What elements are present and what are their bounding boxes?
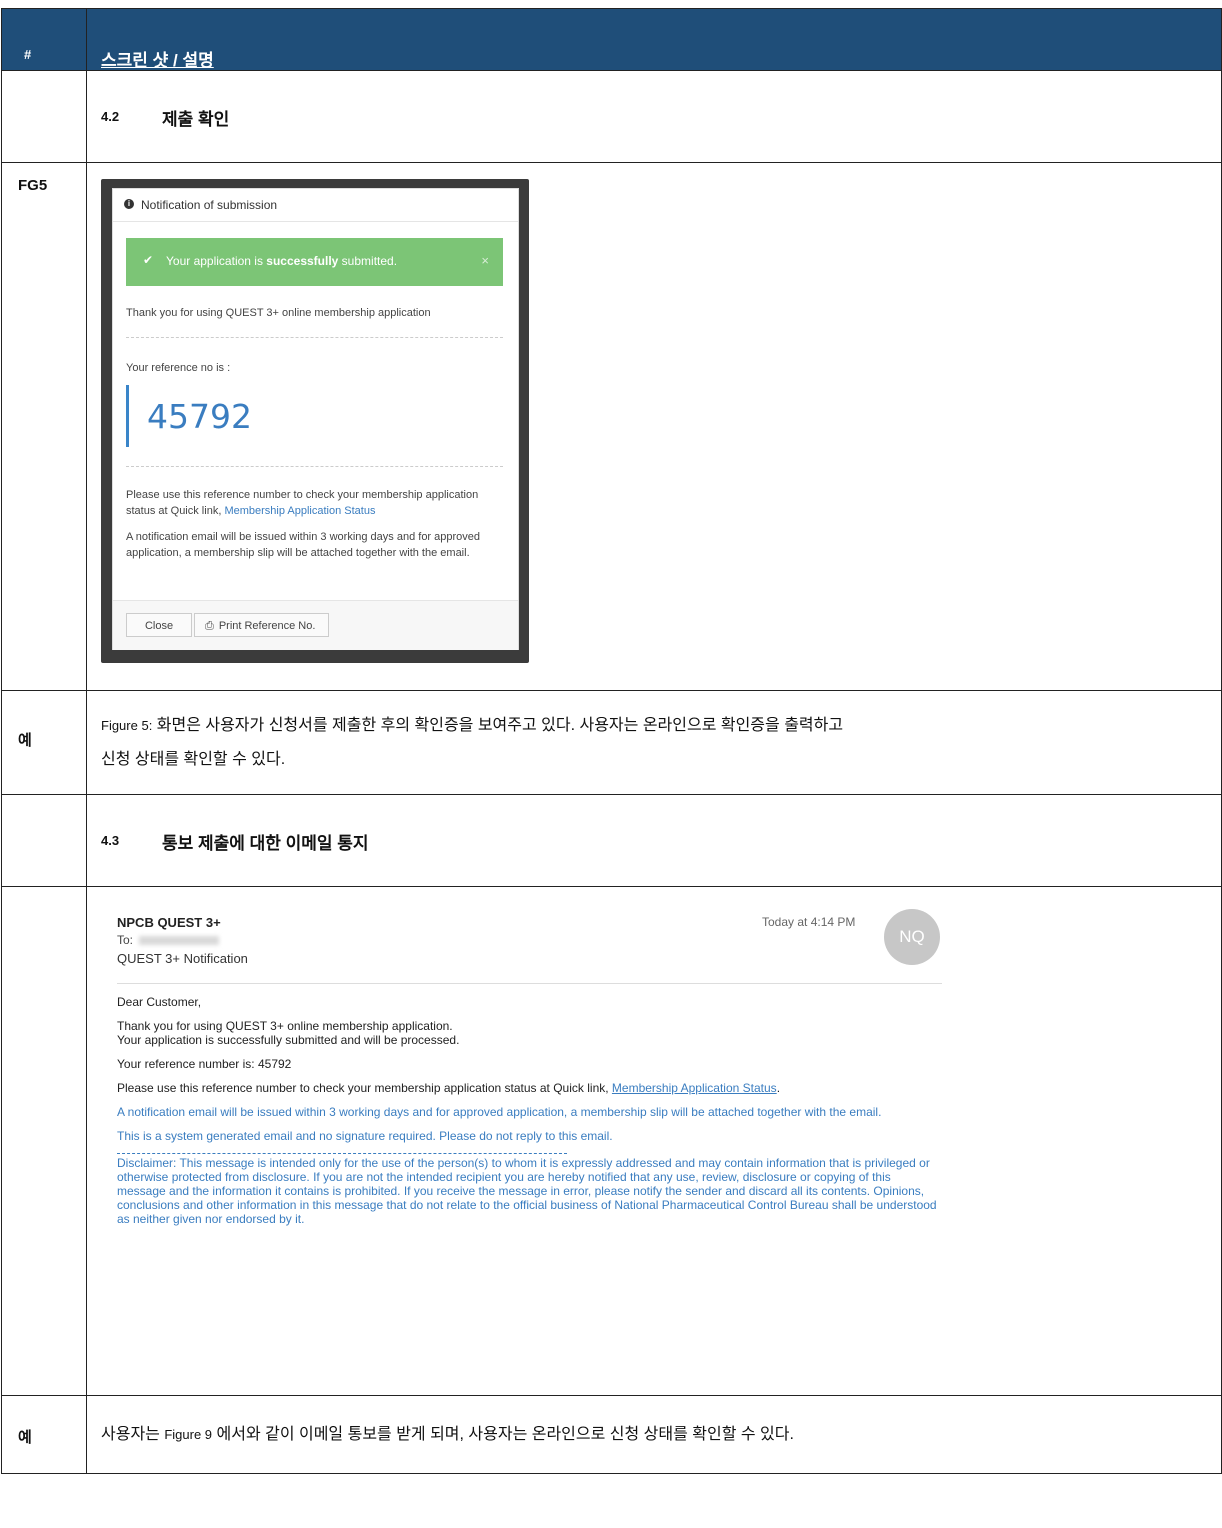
redacted-recipient <box>139 936 220 946</box>
figure-cell: NPCB QUEST 3+ To: QUEST 3+ Notification … <box>86 886 1222 1396</box>
section-number: 4.3 <box>101 833 120 848</box>
email-body: Dear Customer, Thank you for using QUEST… <box>117 995 937 1236</box>
disclaimer: Disclaimer: This message is intended onl… <box>117 1156 937 1226</box>
description-line: 신청 상태를 확인할 수 있다. <box>101 751 286 768</box>
thanks-text: Thank you for using QUEST 3+ online memb… <box>126 307 431 319</box>
email-sender: NPCB QUEST 3+ <box>117 915 221 930</box>
section-title: 통보 제출에 대한 이메일 통지 <box>162 834 369 853</box>
figure-row: FG5 i Notification of submission ✔ Your … <box>1 162 1222 691</box>
reference-instructions: Please use this reference number to chec… <box>126 487 496 519</box>
divider <box>117 1153 567 1154</box>
description-row: 예 Figure 5: 화면은 사용자가 신청서를 제출한 후의 확인증을 보여… <box>1 690 1222 795</box>
check-icon: ✔ <box>143 253 154 267</box>
modal-title: Notification of submission <box>141 198 278 212</box>
header-title: 스크린 샷 / 설명 <box>101 51 214 70</box>
email-screenshot: NPCB QUEST 3+ To: QUEST 3+ Notification … <box>117 905 947 1365</box>
modal-footer: Close ⎙ Print Reference No. <box>113 600 518 650</box>
submission-modal: i Notification of submission ✔ Your appl… <box>112 188 519 650</box>
to-label: To: <box>117 933 134 947</box>
description-line: 화면은 사용자가 신청서를 제출한 후의 확인증을 보여주고 있다. 사용자는 … <box>156 717 844 734</box>
description-text-part: 사용자는 <box>101 1426 160 1443</box>
notification-text: A notification email will be issued with… <box>126 531 481 559</box>
reference-line: Your reference number is: 45792 <box>117 1057 292 1071</box>
alert-text-post: submitted. <box>338 254 398 268</box>
membership-status-link[interactable]: Membership Application Status <box>224 505 375 517</box>
description-cell: 사용자는 Figure 9 에서와 같이 이메일 통보를 받게 되며, 사용자는… <box>86 1395 1222 1474</box>
alert-close-icon[interactable]: × <box>481 253 489 268</box>
print-reference-button[interactable]: ⎙ Print Reference No. <box>194 613 329 637</box>
description-cell: Figure 5: 화면은 사용자가 신청서를 제출한 후의 확인증을 보여주고… <box>86 690 1222 795</box>
alert-message: Your application is successfully submitt… <box>166 254 397 268</box>
print-button-label: Print Reference No. <box>218 620 316 632</box>
divider <box>126 466 503 467</box>
description-text: 사용자는 Figure 9 에서와 같이 이메일 통보를 받게 되며, 사용자는… <box>101 1418 1201 1452</box>
avatar: NQ <box>884 909 940 965</box>
alert-text-pre: Your application is <box>166 254 267 268</box>
close-button[interactable]: Close <box>126 613 192 637</box>
printer-icon: ⎙ <box>205 620 214 632</box>
instructions-text: Please use this reference number to chec… <box>117 1081 609 1095</box>
figure-reference: Figure 5: <box>101 718 153 733</box>
figure-reference: Figure 9 <box>164 1427 213 1442</box>
thanks-line: Thank you for using QUEST 3+ online memb… <box>117 1019 453 1033</box>
thanks-paragraph: Thank you for using QUEST 3+ online memb… <box>117 1019 937 1047</box>
success-alert: ✔ Your application is successfully submi… <box>126 238 503 286</box>
description-text-part: 에서와 같이 이메일 통보를 받게 되며, 사용자는 온라인으로 신청 상태를 … <box>216 1426 794 1443</box>
description-row: 예 사용자는 Figure 9 에서와 같이 이메일 통보를 받게 되며, 사용… <box>1 1395 1222 1474</box>
reference-number: 45792 <box>147 397 252 436</box>
figure-row: NPCB QUEST 3+ To: QUEST 3+ Notification … <box>1 886 1222 1396</box>
row-label-cell: 예 <box>1 690 87 795</box>
reference-accent-bar <box>126 385 129 447</box>
email-subject: QUEST 3+ Notification <box>117 951 248 966</box>
notification-paragraph: A notification email will be issued with… <box>117 1105 882 1119</box>
modal-header: i Notification of submission <box>113 189 518 222</box>
submission-screenshot: i Notification of submission ✔ Your appl… <box>101 179 529 663</box>
divider <box>117 983 942 984</box>
info-circle-icon: i <box>124 199 134 209</box>
row-label-cell: FG5 <box>1 162 87 691</box>
table-header-row: # 스크린 샷 / 설명 <box>1 8 1222 71</box>
header-number: # <box>24 47 32 62</box>
section-title-cell: 4.3 통보 제출에 대한 이메일 통지 <box>86 794 1222 887</box>
thanks-line: Your application is successfully submitt… <box>117 1033 460 1047</box>
greeting: Dear Customer, <box>117 995 202 1009</box>
row-label: 예 <box>18 1429 32 1446</box>
instructions-paragraph: Please use this reference number to chec… <box>117 1081 781 1095</box>
reference-label: Your reference no is : <box>126 362 231 374</box>
section-row: 4.3 통보 제출에 대한 이메일 통지 <box>1 794 1222 887</box>
row-label: 예 <box>18 732 32 749</box>
header-title-cell: 스크린 샷 / 설명 <box>86 8 1222 71</box>
row-label: FG5 <box>18 177 48 194</box>
email-recipient: To: <box>117 933 220 947</box>
membership-status-link[interactable]: Membership Application Status <box>612 1081 777 1095</box>
email-date: Today at 4:14 PM <box>762 915 856 929</box>
row-label-cell: 예 <box>1 1395 87 1474</box>
alert-text-bold: successfully <box>266 254 339 268</box>
screenshot-table: # 스크린 샷 / 설명 4.2 제출 확인 FG5 i Notificatio… <box>1 8 1222 1474</box>
divider <box>126 337 503 338</box>
section-row: 4.2 제출 확인 <box>1 70 1222 163</box>
header-number-cell: # <box>1 8 87 71</box>
section-number: 4.2 <box>101 109 120 124</box>
figure-cell: i Notification of submission ✔ Your appl… <box>86 162 1222 691</box>
description-text: Figure 5: 화면은 사용자가 신청서를 제출한 후의 확인증을 보여주고… <box>101 709 1201 777</box>
system-note: This is a system generated email and no … <box>117 1129 613 1143</box>
document-page: # 스크린 샷 / 설명 4.2 제출 확인 FG5 i Notificatio… <box>0 0 1222 1528</box>
section-title: 제출 확인 <box>162 110 230 129</box>
section-title-cell: 4.2 제출 확인 <box>86 70 1222 163</box>
